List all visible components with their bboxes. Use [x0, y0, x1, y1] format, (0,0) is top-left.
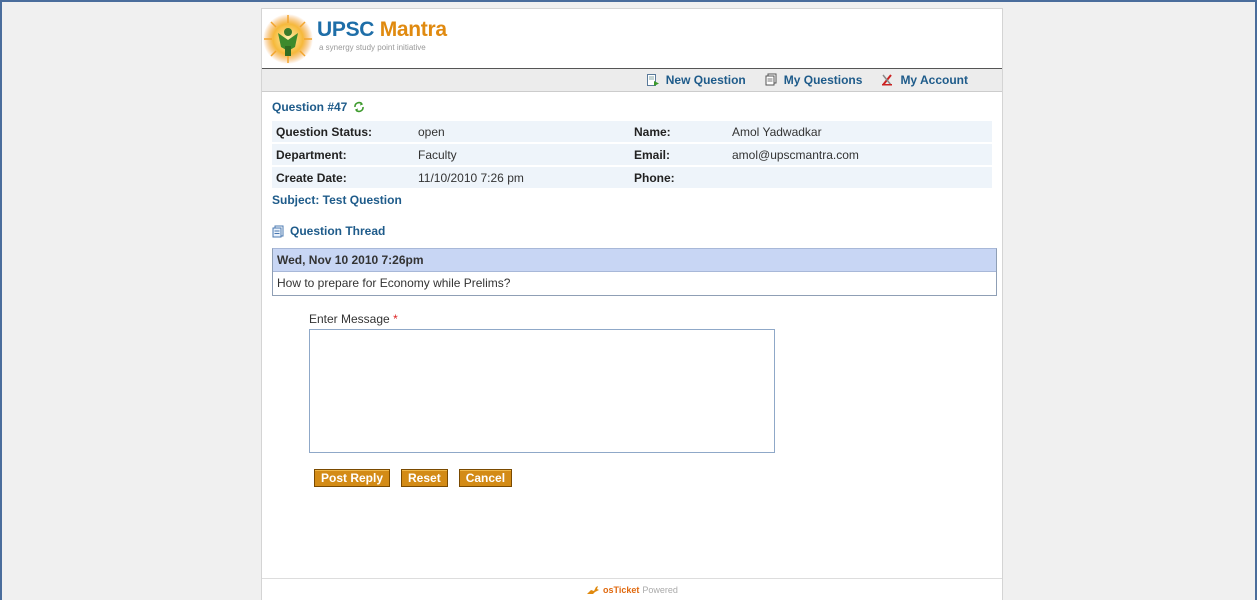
question-info-table: Question Status: open Name: Amol Yadwadk…: [272, 119, 992, 190]
thread-heading-text: Question Thread: [290, 224, 386, 238]
brand-title-main: UPSC: [317, 18, 380, 41]
nav-my-account[interactable]: My Account: [880, 73, 968, 87]
nav-new-question[interactable]: New Question: [646, 73, 746, 87]
email-label: Email:: [630, 144, 728, 165]
brand-title[interactable]: UPSC Mantra: [317, 18, 447, 42]
question-title: Question #47: [272, 100, 992, 114]
top-nav: New Question My Questions My Account: [262, 69, 1002, 92]
info-row: Question Status: open Name: Amol Yadwadk…: [272, 121, 992, 142]
info-row: Create Date: 11/10/2010 7:26 pm Phone:: [272, 167, 992, 188]
my-account-icon: [882, 74, 893, 86]
brand-subtitle: a synergy study point initiative: [319, 43, 426, 52]
name-label: Name:: [630, 121, 728, 142]
nav-my-account-label: My Account: [900, 73, 968, 87]
footer-brand[interactable]: osTicket: [603, 585, 639, 595]
reset-button[interactable]: Reset: [401, 469, 448, 487]
nav-new-question-label: New Question: [665, 73, 746, 87]
cancel-button[interactable]: Cancel: [458, 469, 513, 487]
info-row: Department: Faculty Email: amol@upscmant…: [272, 144, 992, 165]
thread-heading: Question Thread: [272, 224, 992, 238]
status-value: open: [414, 121, 630, 142]
department-label: Department:: [272, 144, 414, 165]
reply-buttons: Post Reply Reset Cancel: [314, 469, 992, 487]
question-subject: Subject: Test Question: [272, 193, 402, 207]
reply-form: Enter Message * Post Reply Reset Cancel: [309, 312, 992, 487]
sun-logo-icon[interactable]: [262, 13, 314, 65]
department-value: Faculty: [414, 144, 630, 165]
create-date-value: 11/10/2010 7:26 pm: [414, 167, 630, 188]
status-label: Question Status:: [272, 121, 414, 142]
message-body: How to prepare for Economy while Prelims…: [273, 272, 996, 295]
nav-my-questions-label: My Questions: [783, 73, 863, 87]
footer: osTicket Powered: [262, 578, 1002, 600]
message-textarea[interactable]: [309, 329, 775, 453]
window-frame-left: [0, 0, 2, 600]
phone-value: [728, 167, 992, 188]
header: UPSC Mantra a synergy study point initia…: [262, 9, 1002, 69]
required-mark: *: [393, 312, 398, 326]
footer-suffix: Powered: [642, 584, 678, 595]
window-frame-top: [0, 0, 1257, 2]
brand-title-accent: Mantra: [379, 18, 447, 41]
main-content: Question #47 Question Status: open Name:…: [262, 100, 1002, 487]
post-reply-button[interactable]: Post Reply: [314, 469, 391, 487]
nav-my-questions[interactable]: My Questions: [764, 73, 863, 87]
page-container: UPSC Mantra a synergy study point initia…: [261, 8, 1003, 600]
email-value: amol@upscmantra.com: [728, 144, 992, 165]
kangaroo-icon: [587, 585, 600, 594]
reply-label: Enter Message *: [309, 312, 992, 326]
my-questions-icon: [765, 73, 777, 86]
create-date-label: Create Date:: [272, 167, 414, 188]
thread-message: Wed, Nov 10 2010 7:26pm How to prepare f…: [272, 248, 997, 296]
new-question-icon: [646, 74, 659, 86]
name-value: Amol Yadwadkar: [728, 121, 992, 142]
message-date: Wed, Nov 10 2010 7:26pm: [273, 249, 996, 272]
thread-icon: [272, 225, 284, 237]
reply-label-text: Enter Message: [309, 312, 390, 326]
phone-label: Phone:: [630, 167, 728, 188]
question-title-text: Question #47: [272, 100, 348, 114]
refresh-icon[interactable]: [353, 101, 365, 113]
